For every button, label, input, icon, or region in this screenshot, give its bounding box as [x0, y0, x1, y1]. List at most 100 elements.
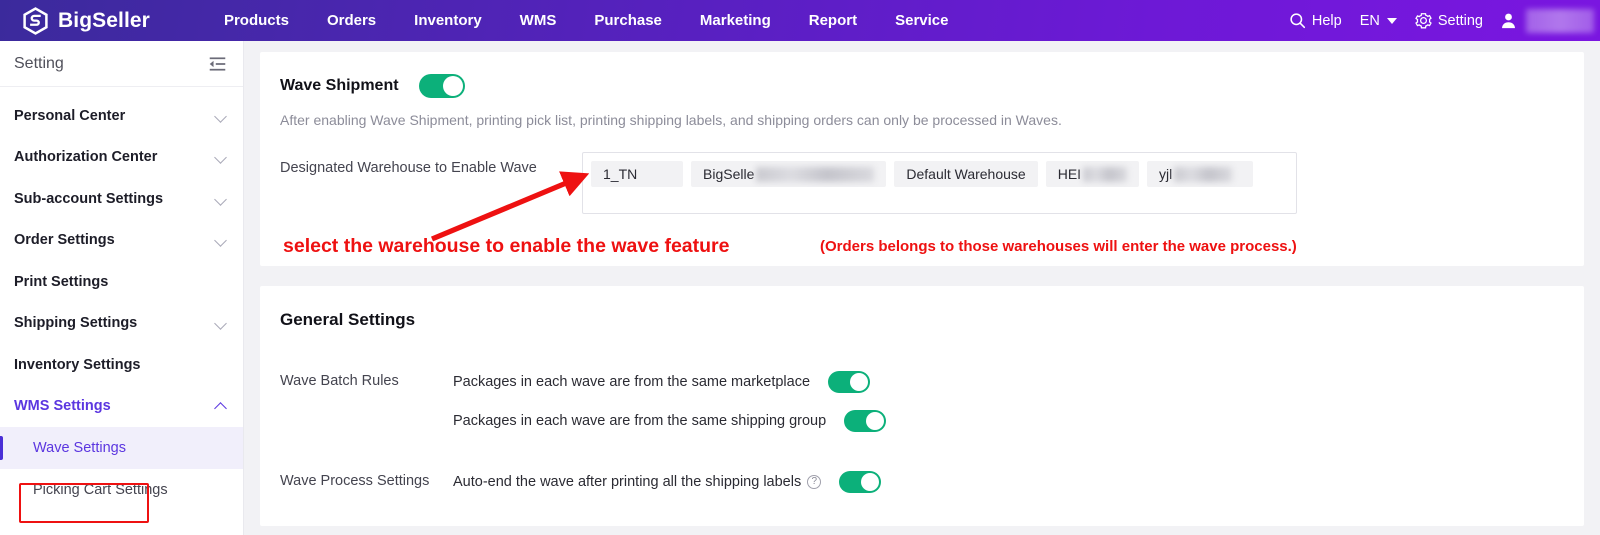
general-settings-card: General Settings Wave Batch Rules Packag…	[260, 286, 1584, 526]
warehouse-tag-box[interactable]: 1_TN BigSelle Default Warehouse HEI yjl	[582, 152, 1297, 214]
batch-rule-same-shipping-group: Packages in each wave are from the same …	[453, 410, 1584, 432]
sidebar-item-print-settings[interactable]: Print Settings	[0, 261, 243, 303]
sidebar-item-inventory-settings[interactable]: Inventory Settings	[0, 344, 243, 386]
nav-item-products[interactable]: Products	[205, 12, 308, 29]
sidebar-title: Setting	[14, 54, 64, 72]
designated-warehouse-row: Designated Warehouse to Enable Wave 1_TN…	[260, 128, 1584, 214]
sidebar-item-order-settings[interactable]: Order Settings	[0, 220, 243, 262]
annotation-secondary-text: (Orders belongs to those warehouses will…	[820, 238, 1297, 255]
warehouse-tag-redacted	[756, 166, 875, 182]
user-avatar-icon	[1502, 13, 1515, 29]
sidebar-subitem-label: Wave Settings	[33, 440, 126, 456]
toggle-knob	[850, 373, 869, 391]
process-rule-label: Auto-end the wave after printing all the…	[453, 474, 802, 490]
chevron-down-icon	[215, 151, 227, 163]
sidebar-item-authorization-center[interactable]: Authorization Center	[0, 137, 243, 179]
wave-shipment-card: Wave Shipment After enabling Wave Shipme…	[260, 52, 1584, 266]
wave-process-settings-label: Wave Process Settings	[280, 473, 430, 489]
question-mark-icon[interactable]: ?	[807, 475, 822, 489]
sidebar-item-wms-settings[interactable]: WMS Settings	[0, 386, 243, 428]
wave-shipment-toggle[interactable]	[418, 74, 465, 98]
designated-warehouse-label: Designated Warehouse to Enable Wave	[280, 160, 537, 176]
wave-process-settings-items: Auto-end the wave after printing all the…	[453, 471, 1584, 493]
language-label: EN	[1359, 12, 1380, 29]
brand-name: BigSeller	[58, 8, 150, 32]
wave-batch-rules-items: Packages in each wave are from the same …	[453, 371, 1584, 432]
warehouse-tag-label: Default Warehouse	[906, 166, 1026, 182]
main-content-area: Wave Shipment After enabling Wave Shipme…	[244, 41, 1600, 535]
toggle-knob	[866, 412, 885, 430]
language-selector[interactable]: EN	[1360, 13, 1397, 29]
main-nav-links: Products Orders Inventory WMS Purchase M…	[205, 12, 968, 29]
toggle-knob	[442, 76, 463, 96]
warehouse-tag-label: BigSelle	[703, 166, 755, 182]
chevron-up-icon	[215, 400, 227, 412]
sidebar-item-label: Inventory Settings	[14, 356, 141, 373]
settings-sidebar: Setting Personal Center Authorization Ce…	[0, 41, 244, 535]
batch-rule-same-shipping-group-toggle[interactable]	[844, 410, 887, 432]
wave-process-settings-row: Wave Process Settings Auto-end the wave …	[260, 471, 1584, 493]
sidebar-header: Setting	[0, 41, 243, 87]
user-name-redacted	[1526, 8, 1594, 33]
batch-rule-label: Packages in each wave are from the same …	[453, 374, 811, 390]
warehouse-tag[interactable]: HEI	[1045, 161, 1140, 187]
setting-label: Setting	[1437, 12, 1483, 29]
warehouse-tag-redacted	[1083, 166, 1128, 182]
top-navigation-bar: BigSeller Products Orders Inventory WMS …	[0, 0, 1600, 41]
sidebar-item-shipping-settings[interactable]: Shipping Settings	[0, 303, 243, 345]
warehouse-tag-redacted	[1174, 166, 1233, 182]
sidebar-item-sub-account-settings[interactable]: Sub-account Settings	[0, 178, 243, 220]
wave-shipment-label: Wave Shipment	[280, 77, 399, 94]
toggle-knob	[861, 473, 880, 491]
sidebar-subitem-label: Picking Cart Settings	[33, 482, 168, 498]
sidebar-item-picking-cart-settings[interactable]: Picking Cart Settings	[0, 469, 243, 511]
warehouse-tag[interactable]: BigSelle	[691, 161, 887, 187]
sidebar-item-label: WMS Settings	[14, 398, 111, 415]
nav-item-report[interactable]: Report	[790, 12, 876, 29]
sidebar-item-label: Order Settings	[14, 232, 115, 249]
annotation-primary-text: select the warehouse to enable the wave …	[283, 235, 730, 257]
batch-rule-same-marketplace: Packages in each wave are from the same …	[453, 371, 1584, 393]
nav-item-marketing[interactable]: Marketing	[681, 12, 790, 29]
nav-item-wms[interactable]: WMS	[501, 12, 576, 29]
chevron-down-icon	[215, 110, 227, 122]
sidebar-item-label: Personal Center	[14, 107, 126, 124]
warehouse-tag-label: 1_TN	[603, 166, 638, 182]
warehouse-tag-label: HEI	[1057, 166, 1082, 182]
sidebar-item-wave-settings[interactable]: Wave Settings	[0, 427, 243, 469]
wave-batch-rules-row: Wave Batch Rules Packages in each wave a…	[260, 371, 1584, 432]
help-label: Help	[1311, 12, 1342, 29]
chevron-down-icon	[215, 234, 227, 246]
nav-item-orders[interactable]: Orders	[308, 12, 395, 29]
general-settings-title: General Settings	[280, 310, 416, 329]
process-rule-auto-end-wave-toggle[interactable]	[839, 471, 882, 493]
sidebar-item-label: Authorization Center	[14, 149, 158, 166]
chevron-down-icon	[215, 193, 227, 205]
sidebar-menu-list: Personal Center Authorization Center Sub…	[0, 87, 243, 511]
bigseller-hex-logo-icon	[23, 6, 48, 35]
process-rule-auto-end-wave: Auto-end the wave after printing all the…	[453, 471, 1584, 493]
sidebar-item-label: Sub-account Settings	[14, 190, 164, 207]
help-button[interactable]: Help	[1289, 12, 1342, 29]
chevron-down-icon	[1386, 17, 1397, 24]
nav-item-service[interactable]: Service	[876, 12, 967, 29]
sidebar-item-label: Shipping Settings	[14, 315, 138, 332]
user-account-button[interactable]	[1499, 8, 1600, 33]
warehouse-tag-label: yjl	[1159, 166, 1173, 182]
warehouse-tag[interactable]: Default Warehouse	[894, 161, 1038, 187]
setting-button[interactable]: Setting	[1415, 12, 1483, 29]
wave-shipment-row: Wave Shipment	[260, 52, 1584, 98]
collapse-sidebar-icon[interactable]	[208, 56, 227, 72]
gear-icon	[1415, 13, 1432, 29]
wave-batch-rules-label: Wave Batch Rules	[280, 373, 399, 389]
brand-logo-area[interactable]: BigSeller	[22, 6, 150, 35]
warehouse-tag[interactable]: 1_TN	[591, 161, 683, 187]
nav-item-inventory[interactable]: Inventory	[395, 12, 501, 29]
search-icon	[1290, 13, 1305, 29]
sidebar-item-personal-center[interactable]: Personal Center	[0, 95, 243, 137]
batch-rule-label: Packages in each wave are from the same …	[453, 413, 827, 429]
chevron-down-icon	[215, 317, 227, 329]
nav-item-purchase[interactable]: Purchase	[575, 12, 681, 29]
batch-rule-same-marketplace-toggle[interactable]	[828, 371, 871, 393]
warehouse-tag[interactable]: yjl	[1147, 161, 1254, 187]
